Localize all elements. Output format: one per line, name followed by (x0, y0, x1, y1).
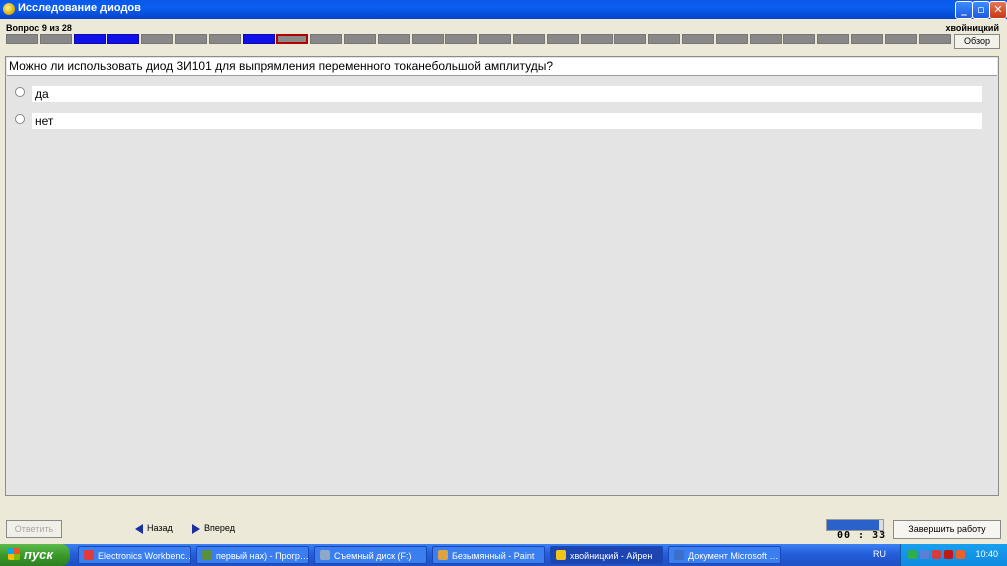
clock: 10:40 (975, 549, 998, 559)
window-title: Исследование диодов (18, 2, 141, 14)
progress-segment[interactable] (884, 34, 917, 44)
taskbar-button-label: первый нах) - Прогр… (216, 551, 309, 561)
progress-segment[interactable] (73, 34, 106, 44)
answer-option-yes[interactable]: да (14, 86, 984, 102)
progress-segment[interactable] (242, 34, 275, 44)
progress-segment[interactable] (715, 34, 748, 44)
test-app-icon (556, 550, 566, 560)
progress-segment[interactable] (850, 34, 883, 44)
submit-answer-button[interactable]: Ответить (6, 520, 62, 538)
progress-segment[interactable] (6, 34, 38, 44)
question-progress-strip (6, 34, 952, 46)
start-button[interactable]: пуск (0, 544, 70, 566)
question-panel: Можно ли использовать диод 3И101 для вып… (5, 56, 999, 496)
image-viewer-icon (202, 550, 212, 560)
progress-segment[interactable] (377, 34, 410, 44)
taskbar-button[interactable]: Безымянный - Paint (432, 546, 545, 564)
radio-button[interactable] (15, 114, 25, 124)
taskbar-button-label: Съемный диск (F:) (334, 551, 412, 561)
taskbar-button-label: Electronics Workbenc… (98, 551, 191, 561)
review-button[interactable]: Обзор (954, 34, 1000, 49)
progress-segment[interactable] (580, 34, 613, 44)
progress-segment[interactable] (817, 34, 850, 44)
back-button[interactable]: Назад (135, 521, 173, 535)
system-tray: 10:40 (900, 544, 1007, 566)
back-label: Назад (147, 523, 173, 533)
progress-segment[interactable] (107, 34, 140, 44)
progress-segment[interactable] (783, 34, 816, 44)
question-box: Можно ли использовать диод 3И101 для вып… (7, 58, 997, 76)
close-icon[interactable]: ✕ (989, 1, 1007, 19)
taskbar-button[interactable]: Electronics Workbenc… (78, 546, 191, 564)
taskbar-button[interactable]: хвойницкий - Айрен (550, 546, 663, 564)
forward-button[interactable]: Вперед (192, 521, 235, 535)
progress-segment[interactable] (648, 34, 681, 44)
progress-segment[interactable] (614, 34, 647, 44)
title-bar: Исследование диодов _ ▫ ✕ (0, 0, 1007, 19)
answer-label: да (35, 87, 49, 101)
start-label: пуск (24, 547, 53, 562)
answer-option-no[interactable]: нет (14, 113, 984, 129)
network-icon[interactable] (908, 550, 917, 559)
kaspersky-icon[interactable] (944, 550, 953, 559)
progress-segment[interactable] (546, 34, 579, 44)
windows-logo-icon (8, 548, 20, 560)
progress-segment[interactable] (681, 34, 714, 44)
progress-segment[interactable] (749, 34, 782, 44)
progress-segment[interactable] (310, 34, 343, 44)
taskbar-button-label: Безымянный - Paint (452, 551, 535, 561)
taskbar-button-label: Документ Microsoft … (688, 551, 779, 561)
question-text: Можно ли использовать диод 3И101 для вып… (9, 59, 553, 73)
forward-label: Вперед (204, 523, 235, 533)
taskbar-button-label: хвойницкий - Айрен (570, 551, 653, 561)
paint-icon (438, 550, 448, 560)
progress-segment[interactable] (918, 34, 951, 44)
radio-button[interactable] (15, 87, 25, 97)
taskbar-button[interactable]: первый нах) - Прогр… (196, 546, 309, 564)
progress-segment[interactable] (512, 34, 545, 44)
electronics-workbench-icon (84, 550, 94, 560)
drive-icon (320, 550, 330, 560)
progress-segment[interactable] (39, 34, 72, 44)
taskbar: пуск Electronics Workbenc… первый нах) - … (0, 544, 1007, 566)
app-icon (3, 3, 15, 15)
arrow-right-icon (192, 523, 200, 534)
answer-field[interactable]: да (32, 86, 982, 102)
question-counter: Вопрос 9 из 28 (6, 23, 72, 33)
arrow-left-icon (135, 523, 143, 534)
progress-segment[interactable] (411, 34, 444, 44)
progress-segment[interactable] (343, 34, 376, 44)
antivirus-icon[interactable] (932, 550, 941, 559)
answer-field[interactable]: нет (32, 113, 982, 129)
progress-segment[interactable] (445, 34, 478, 44)
maximize-icon[interactable]: ▫ (972, 1, 990, 19)
minimize-icon[interactable]: _ (955, 1, 973, 19)
progress-segment[interactable] (174, 34, 207, 44)
taskbar-button[interactable]: Документ Microsoft … (668, 546, 781, 564)
timer: 00 : 33 (837, 530, 887, 541)
progress-segment[interactable] (276, 34, 309, 44)
finish-test-button[interactable]: Завершить работу (893, 520, 1001, 539)
display-icon[interactable] (920, 550, 929, 559)
progress-segment[interactable] (479, 34, 512, 44)
progress-segment[interactable] (141, 34, 174, 44)
taskbar-button[interactable]: Съемный диск (F:) (314, 546, 427, 564)
security-shield-icon[interactable] (956, 550, 965, 559)
word-document-icon (674, 550, 684, 560)
language-indicator[interactable]: RU (873, 549, 886, 559)
progress-segment[interactable] (208, 34, 241, 44)
user-name: хвойницкий (945, 23, 999, 33)
answer-label: нет (35, 114, 54, 128)
